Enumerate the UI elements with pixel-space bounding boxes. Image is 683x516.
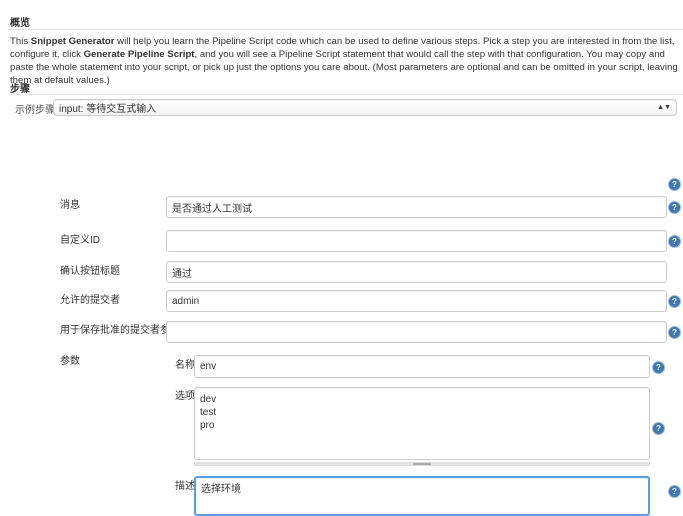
param-description-textarea[interactable]: 选择环境	[194, 476, 650, 516]
custom-id-input[interactable]	[166, 230, 667, 252]
submitter-label: 允许的提交者	[60, 295, 120, 306]
message-input[interactable]: 是否通过人工测试	[166, 196, 667, 218]
message-label: 消息	[60, 200, 80, 211]
text-bold: Snippet Generator	[30, 36, 115, 47]
sample-step-select[interactable]: input: 等待交互式输入 ▲▼	[53, 99, 677, 116]
help-icon[interactable]: ?	[669, 202, 680, 213]
text: This	[10, 36, 31, 47]
param-choices-label: 选项	[175, 391, 195, 402]
help-icon[interactable]: ?	[669, 296, 680, 307]
steps-heading: 步骤	[10, 84, 30, 95]
divider	[8, 94, 683, 95]
help-icon[interactable]: ?	[653, 423, 664, 434]
sample-step-label: 示例步骤	[15, 105, 55, 116]
ok-label-label: 确认按钮标题	[60, 266, 120, 277]
sample-step-value: input: 等待交互式输入	[59, 104, 157, 115]
parameters-label: 参数	[60, 356, 80, 367]
resize-handle[interactable]	[194, 462, 650, 466]
param-choices-textarea[interactable]: dev test pro	[194, 387, 650, 460]
help-icon[interactable]: ?	[669, 179, 680, 190]
overview-heading: 概览	[10, 18, 30, 29]
submitter-input[interactable]: admin	[166, 290, 667, 312]
help-icon[interactable]: ?	[669, 327, 680, 338]
overview-description: This Snippet Generator will help you lea…	[10, 35, 678, 87]
submitter-param-input[interactable]	[166, 321, 667, 343]
param-name-input[interactable]: env	[194, 355, 650, 378]
param-description-label: 描述	[175, 481, 195, 492]
help-icon[interactable]: ?	[669, 486, 680, 497]
divider	[8, 29, 683, 30]
ok-label-input[interactable]: 通过	[166, 261, 667, 283]
help-icon[interactable]: ?	[653, 362, 664, 373]
custom-id-label: 自定义ID	[60, 235, 100, 246]
select-arrows-icon: ▲▼	[657, 104, 671, 111]
help-icon[interactable]: ?	[669, 236, 680, 247]
param-name-label: 名称	[175, 360, 195, 371]
text-bold: Generate Pipeline Script	[83, 49, 195, 60]
submitter-param-label: 用于保存批准的提交者参数	[60, 325, 180, 336]
